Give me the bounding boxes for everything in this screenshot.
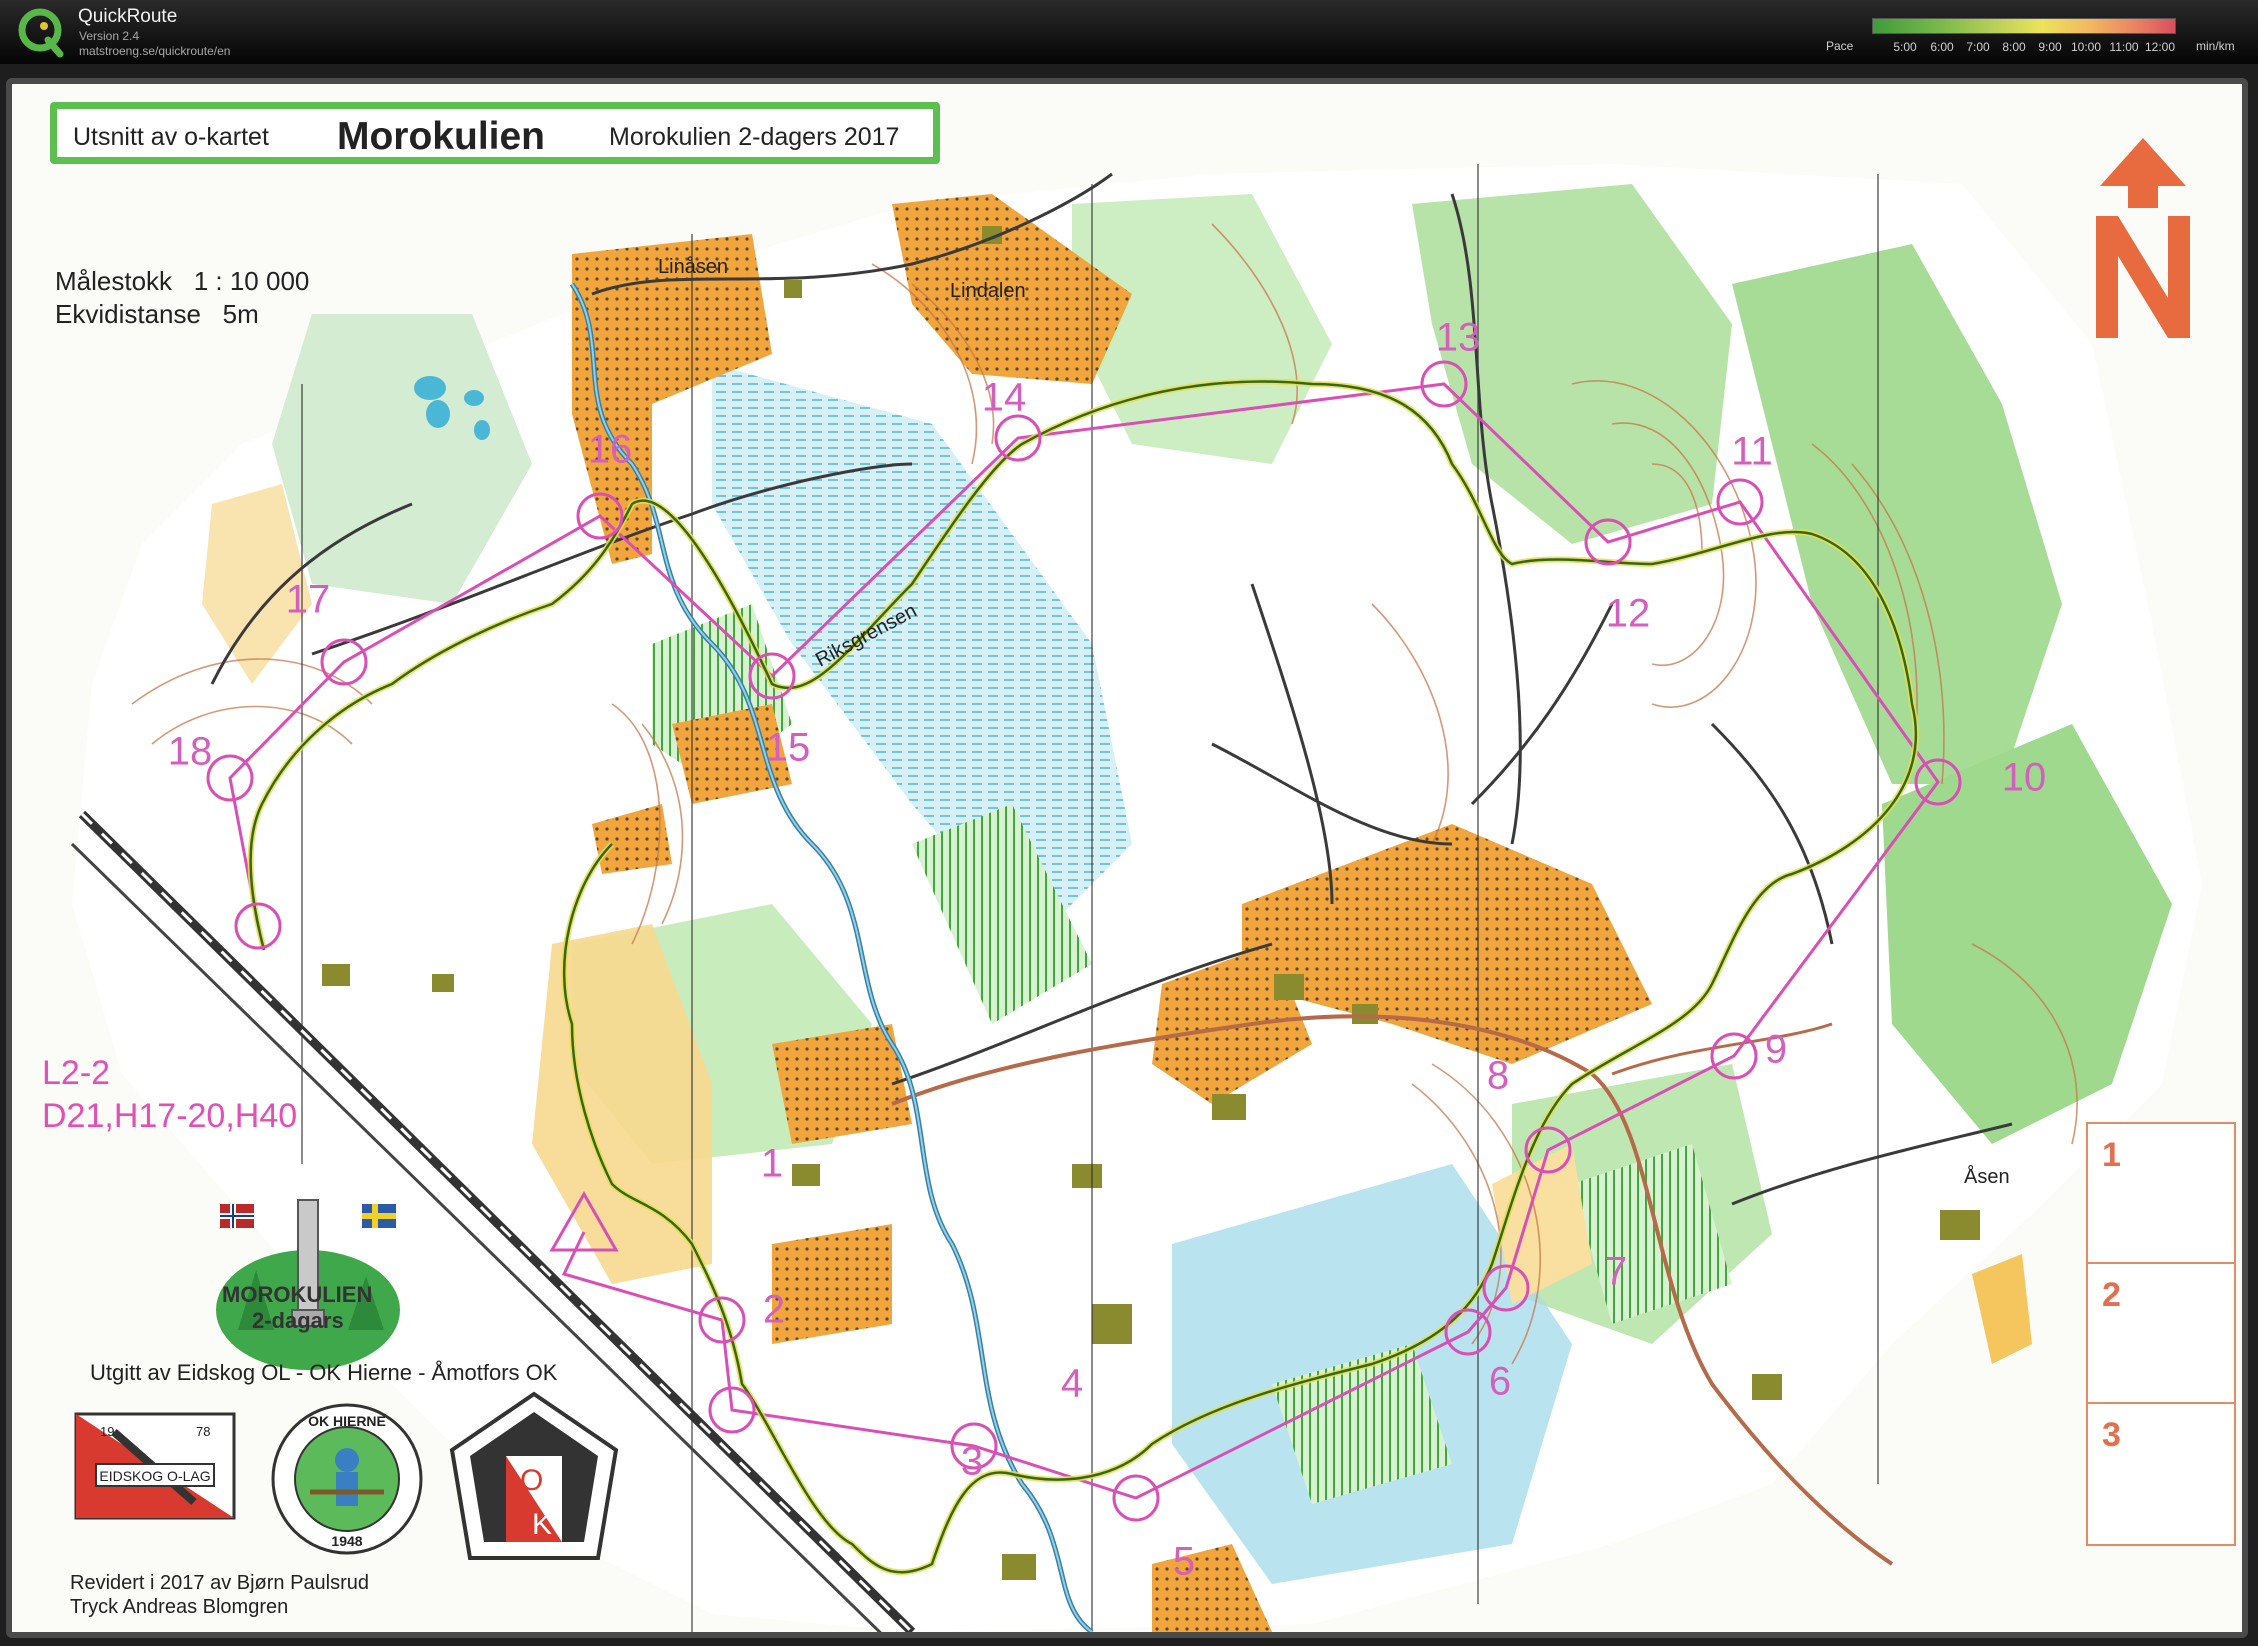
control-number: 8 <box>1486 1053 1510 1098</box>
control-number: 3 <box>960 1439 984 1484</box>
control-number: 11 <box>1731 429 1773 474</box>
app-title: QuickRoute <box>78 6 178 27</box>
control-number: 17 <box>285 577 331 622</box>
control-number: 5 <box>1172 1539 1196 1584</box>
control-number: 2 <box>762 1287 786 1332</box>
pace-tick: 7:00 <box>1966 40 1990 54</box>
eidskog-ol-logo-icon: EIDSKOG O-LAG 19 78 <box>74 1412 236 1520</box>
pace-legend-label: Pace <box>1826 39 1854 53</box>
north-arrow-icon <box>2096 138 2190 338</box>
place-name: Lindalen <box>950 280 1026 302</box>
control-number: 4 <box>1060 1361 1084 1406</box>
event-logo-text: 2-dagars <box>252 1308 344 1333</box>
control-number: 13 <box>1435 315 1481 360</box>
pace-tick: 8:00 <box>2002 40 2026 54</box>
pace-tick: 11:00 <box>2109 40 2139 54</box>
event-title: Morokulien 2-dagers 2017 <box>609 123 900 151</box>
control-number: 12 <box>1605 591 1651 636</box>
map-viewport[interactable]: Utsnitt av o-kartet Morokulien Morokulie… <box>0 64 2258 1646</box>
course-code: L2-2 <box>42 1054 111 1092</box>
pace-tick: 9:00 <box>2038 40 2062 54</box>
leg-row: 2 <box>2088 1264 2234 1404</box>
eidskog-logo-year: 78 <box>196 1424 210 1439</box>
quickroute-logo-icon <box>18 8 64 58</box>
leg-number: 2 <box>2102 1276 2121 1314</box>
contour-interval: Ekvidistanse 5m <box>55 299 259 329</box>
eidskog-logo-year: 19 <box>100 1424 114 1439</box>
map-scale: Målestokk 1 : 10 000 <box>55 266 310 296</box>
control-number: 15 <box>765 725 811 770</box>
app-url[interactable]: matstroeng.se/quickroute/en <box>79 44 230 58</box>
pace-legend-unit: min/km <box>2196 39 2235 53</box>
course-classes: D21,H17-20,H40 <box>42 1097 298 1135</box>
control-number: 1 <box>760 1141 784 1186</box>
event-logo-text: MOROKULIEN <box>222 1282 373 1307</box>
control-number: 6 <box>1488 1359 1512 1404</box>
map-title-box: Utsnitt av o-kartet Morokulien Morokulie… <box>50 102 940 164</box>
pace-color-scale <box>1872 18 2176 34</box>
place-name: Linåsen <box>658 256 729 278</box>
control-number: 14 <box>981 375 1027 420</box>
leg-number: 1 <box>2102 1136 2121 1174</box>
leg-row: 1 <box>2088 1124 2234 1264</box>
revised-credit: Revidert i 2017 av Bjørn Paulsrud <box>70 1572 370 1594</box>
pace-tick: 5:00 <box>1893 40 1917 54</box>
leg-row: 3 <box>2088 1404 2234 1544</box>
orienteering-map[interactable]: Utsnitt av o-kartet Morokulien Morokulie… <box>6 78 2248 1638</box>
eidskog-logo-name: EIDSKOG O-LAG <box>99 1468 210 1484</box>
amotfors-logo-letter: O <box>520 1464 543 1497</box>
pace-tick: 6:00 <box>1930 40 1954 54</box>
amotfors-logo-letter: K <box>532 1508 552 1541</box>
pace-tick: 12:00 <box>2144 40 2176 54</box>
publisher-text: Utgitt av Eidskog OL - OK Hierne - Åmotf… <box>90 1360 558 1385</box>
amotfors-ok-logo-icon: O K <box>448 1390 620 1562</box>
legs-table: 1 2 3 <box>2086 1122 2236 1546</box>
hierne-logo-name: OK HIERNE <box>308 1413 386 1429</box>
control-number: 10 <box>2001 755 2047 800</box>
place-name: Åsen <box>1964 1166 2010 1188</box>
hierne-logo-year: 1948 <box>331 1533 362 1549</box>
ok-hierne-logo-icon: OK HIERNE 1948 <box>268 1400 426 1558</box>
app-version: Version 2.4 <box>79 29 140 43</box>
control-number: 16 <box>587 427 633 472</box>
pace-tick: 10:00 <box>2070 40 2102 54</box>
map-excerpt-label: Utsnitt av o-kartet <box>73 123 269 151</box>
printer-credit: Tryck Andreas Blomgren <box>70 1596 289 1618</box>
control-number: 7 <box>1604 1249 1628 1294</box>
control-number: 18 <box>167 729 213 774</box>
morokulien-event-logo-icon <box>216 1199 400 1370</box>
leg-number: 3 <box>2102 1416 2121 1454</box>
control-number: 9 <box>1764 1027 1788 1072</box>
map-title: Morokulien <box>337 115 546 158</box>
app-header: QuickRoute Version 2.4 matstroeng.se/qui… <box>0 0 2258 64</box>
